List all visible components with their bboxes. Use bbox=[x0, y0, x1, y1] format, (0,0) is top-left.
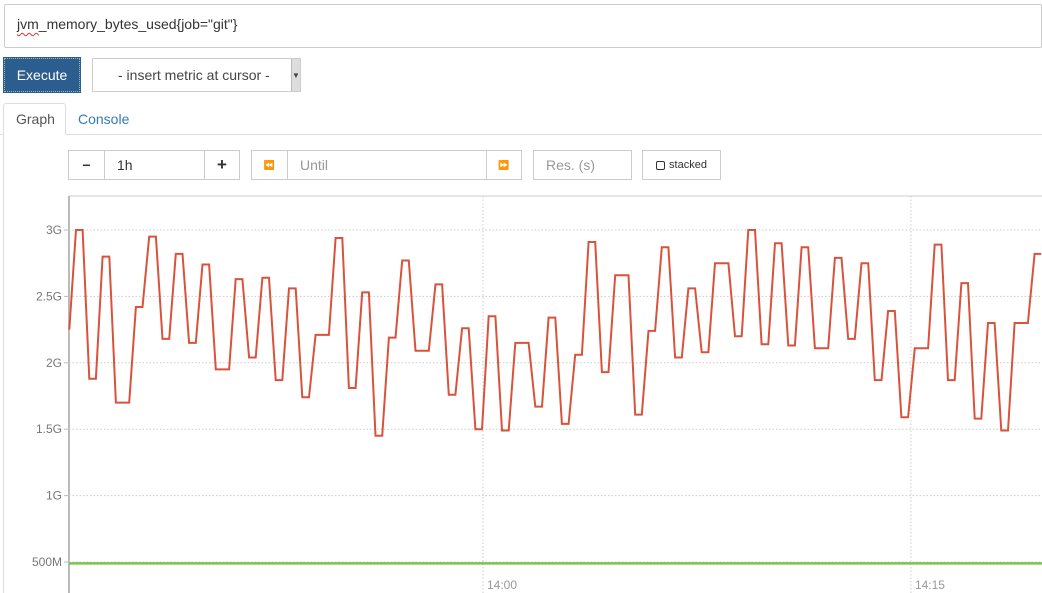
y-tick-label: 1.5G bbox=[36, 422, 62, 436]
increase-range-button[interactable]: + bbox=[204, 150, 240, 180]
graph-chart: 500M 1G 1.5G 2G 2.5G 3G 14:00 14:15 bbox=[32, 195, 1042, 593]
y-tick-label: 1G bbox=[46, 489, 62, 503]
until-input[interactable]: Until bbox=[287, 150, 487, 180]
insert-metric-select-value: - insert metric at cursor - bbox=[118, 67, 270, 83]
query-input[interactable]: jvm_memory_bytes_used{job="git"} bbox=[4, 4, 1042, 48]
dropdown-arrow-icon: ▼ bbox=[291, 59, 300, 91]
y-tick-label: 500M bbox=[32, 555, 62, 569]
stacked-toggle[interactable]: stacked bbox=[642, 150, 721, 180]
y-tick-label: 2.5G bbox=[36, 289, 62, 303]
query-text: _memory_bytes_used{job="git"} bbox=[38, 16, 238, 32]
decrease-range-button[interactable]: − bbox=[68, 150, 105, 180]
fast-forward-icon[interactable]: ⏩ bbox=[486, 150, 522, 180]
tab-console[interactable]: Console bbox=[66, 103, 141, 135]
series-line-red bbox=[68, 229, 1042, 437]
tab-graph[interactable]: Graph bbox=[3, 103, 66, 135]
x-tick-label: 14:15 bbox=[915, 578, 945, 592]
checkbox-icon bbox=[656, 160, 666, 170]
insert-metric-select[interactable]: - insert metric at cursor - ▼ bbox=[92, 58, 301, 92]
stacked-label: stacked bbox=[669, 159, 707, 171]
execute-button[interactable]: Execute bbox=[3, 57, 81, 93]
resolution-input[interactable]: Res. (s) bbox=[533, 150, 632, 180]
range-input[interactable]: 1h bbox=[104, 150, 205, 180]
rewind-icon[interactable]: ⏪ bbox=[251, 150, 288, 180]
tab-divider bbox=[0, 134, 1042, 135]
query-text-prefix: jvm bbox=[17, 16, 39, 32]
y-tick-label: 3G bbox=[46, 223, 62, 237]
y-tick-label: 2G bbox=[46, 356, 62, 370]
x-tick-label: 14:00 bbox=[487, 578, 517, 592]
